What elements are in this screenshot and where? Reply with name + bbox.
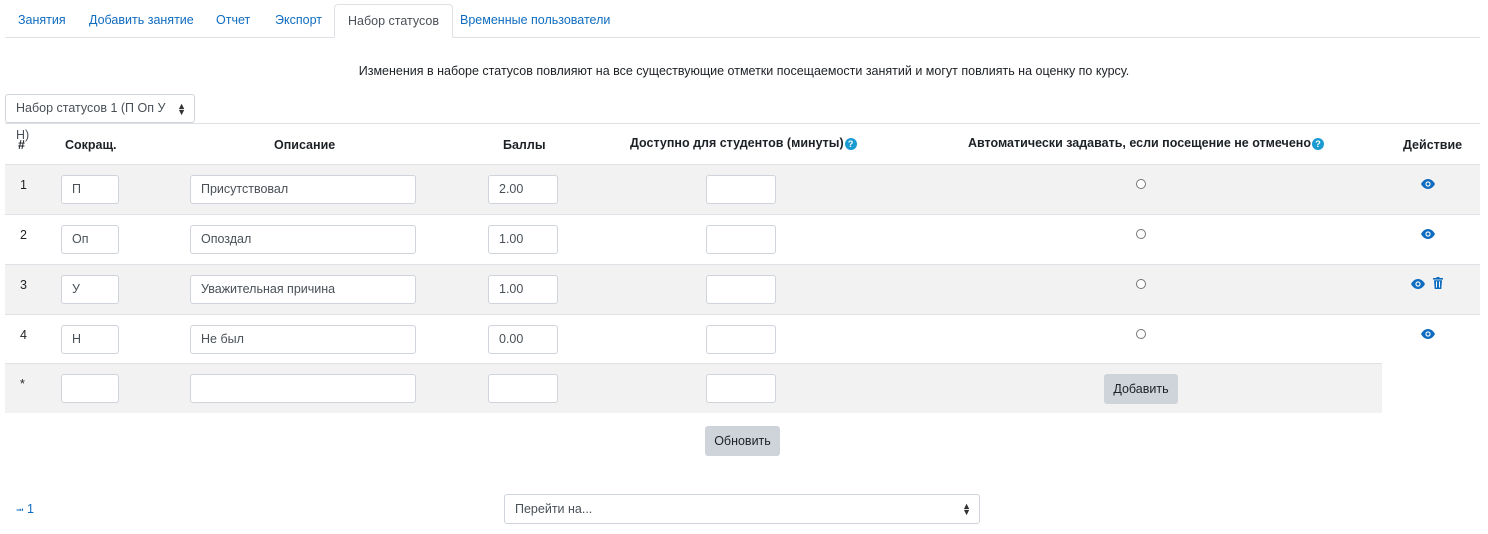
auto-set-radio[interactable]	[1136, 229, 1146, 239]
eye-icon[interactable]	[1411, 278, 1425, 292]
table-row: 3 У Уважительная причина 1.00	[5, 264, 1480, 314]
sort-arrows-icon: ▲ ▼	[177, 100, 186, 117]
acronym-input[interactable]: У	[61, 275, 119, 304]
new-available-minutes-input[interactable]	[706, 374, 776, 403]
header-description: Описание	[274, 138, 336, 152]
acronym-input[interactable]: Н	[61, 325, 119, 354]
row-number: 3	[20, 278, 27, 292]
auto-set-radio[interactable]	[1136, 279, 1146, 289]
grade-input[interactable]: 2.00	[488, 175, 558, 204]
eye-icon[interactable]	[1421, 178, 1435, 192]
header-auto: Автоматически задавать, если посещение н…	[968, 136, 1324, 150]
update-button[interactable]: Обновить	[705, 426, 780, 456]
auto-set-radio[interactable]	[1136, 329, 1146, 339]
table-row: 1 П Присутствовал 2.00	[5, 164, 1480, 214]
add-status-button[interactable]: Добавить	[1104, 374, 1178, 404]
new-description-input[interactable]	[190, 374, 416, 403]
available-minutes-input[interactable]	[706, 275, 776, 304]
table-header: # Сокращ. Описание Баллы Доступно для ст…	[5, 123, 1480, 165]
jump-to-select-value: Перейти на...	[515, 502, 593, 516]
acronym-input[interactable]: Оп	[61, 225, 119, 254]
description-input[interactable]: Присутствовал	[190, 175, 416, 204]
new-acronym-input[interactable]	[61, 374, 119, 403]
jump-to-select[interactable]: Перейти на... ▲ ▼	[504, 494, 980, 524]
description-input[interactable]: Опоздал	[190, 225, 416, 254]
grade-input[interactable]: 1.00	[488, 275, 558, 304]
description-input[interactable]: Уважительная причина	[190, 275, 416, 304]
help-icon[interactable]: ?	[1311, 137, 1324, 150]
grade-input[interactable]: 1.00	[488, 225, 558, 254]
header-acronym: Сокращ.	[65, 138, 117, 152]
header-available: Доступно для студентов (минуты)?	[630, 136, 857, 150]
pager-first-page[interactable]: ⭲ 1	[16, 502, 34, 520]
tab-add-session[interactable]: Добавить занятие	[89, 4, 194, 36]
header-grade: Баллы	[503, 138, 546, 152]
row-number: 4	[20, 328, 27, 342]
acronym-input[interactable]: П	[61, 175, 119, 204]
header-num: #	[18, 138, 25, 152]
new-status-row: * Добавить	[5, 363, 1382, 413]
sort-arrows-icon: ▲ ▼	[962, 501, 971, 517]
available-minutes-input[interactable]	[706, 175, 776, 204]
header-action: Действие	[1403, 138, 1463, 152]
eye-icon[interactable]	[1421, 328, 1435, 342]
description-input[interactable]: Не был	[190, 325, 416, 354]
header-available-label: Доступно для студентов (минуты)	[630, 136, 844, 150]
available-minutes-input[interactable]	[706, 225, 776, 254]
row-number: *	[20, 377, 25, 391]
grade-input[interactable]: 0.00	[488, 325, 558, 354]
tab-temporary-users[interactable]: Временные пользователи	[460, 4, 610, 36]
row-number: 2	[20, 228, 27, 242]
eye-icon[interactable]	[1421, 228, 1435, 242]
tab-export[interactable]: Экспорт	[275, 4, 322, 36]
auto-set-radio[interactable]	[1136, 179, 1146, 189]
tab-report[interactable]: Отчет	[216, 4, 250, 36]
status-set-select[interactable]: Набор статусов 1 (П Оп У Н) ▲ ▼	[5, 94, 195, 142]
table-row: 4 Н Не был 0.00	[5, 314, 1480, 364]
tab-status-set[interactable]: Набор статусов	[334, 4, 453, 38]
row-number: 1	[20, 178, 27, 192]
status-change-notice: Изменения в наборе статусов повлияют на …	[358, 64, 1130, 78]
trash-icon[interactable]	[1433, 277, 1443, 292]
first-page-arrow-icon: ⭲	[16, 505, 24, 516]
new-grade-input[interactable]	[488, 374, 558, 403]
help-icon[interactable]: ?	[844, 137, 857, 150]
tabs-bar: Занятия Добавить занятие Отчет Экспорт Н…	[5, 4, 1480, 38]
available-minutes-input[interactable]	[706, 325, 776, 354]
tab-sessions[interactable]: Занятия	[18, 4, 66, 36]
header-auto-label: Автоматически задавать, если посещение н…	[968, 136, 1311, 150]
table-row: 2 Оп Опоздал 1.00	[5, 214, 1480, 264]
pager-page-number: 1	[27, 502, 34, 516]
